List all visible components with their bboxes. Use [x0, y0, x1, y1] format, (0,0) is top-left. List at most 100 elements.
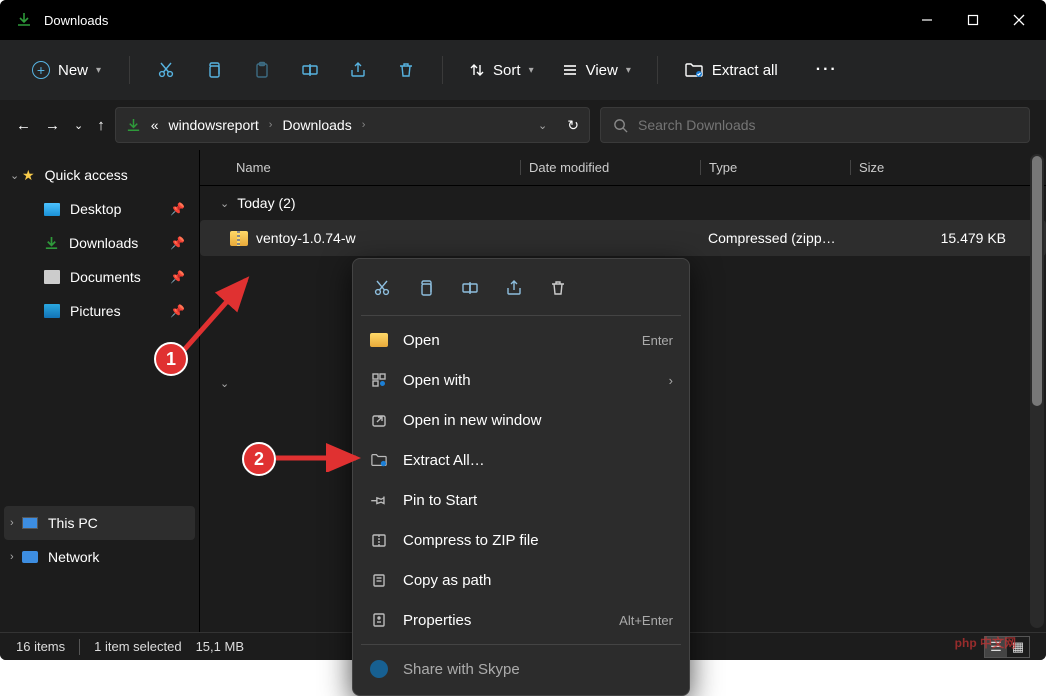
scroll-thumb[interactable]: [1032, 156, 1042, 406]
ctx-shortcut: Enter: [642, 333, 673, 348]
chevron-right-icon: ›: [10, 551, 14, 563]
downloads-icon: [126, 118, 141, 133]
context-menu: Open Enter Open with › Open in new windo…: [352, 258, 690, 696]
sidebar-this-pc[interactable]: › This PC: [4, 506, 195, 540]
chevron-right-icon: ›: [362, 119, 366, 131]
ctx-delete-button[interactable]: [549, 279, 567, 297]
crumb-prefix: «: [151, 117, 159, 133]
ctx-extract-all[interactable]: Extract All…: [353, 440, 689, 480]
ctx-cut-button[interactable]: [373, 279, 391, 297]
sidebar-label: Desktop: [70, 201, 121, 217]
ctx-compress[interactable]: Compress to ZIP file: [353, 520, 689, 560]
skype-icon: [369, 660, 389, 678]
view-label: View: [586, 62, 618, 79]
extract-label: Extract all: [712, 62, 778, 79]
new-window-icon: [369, 412, 389, 428]
ctx-rename-button[interactable]: [461, 279, 479, 297]
annotation-badge-2: 2: [242, 442, 276, 476]
chevron-down-icon: ▾: [626, 65, 631, 76]
recent-button[interactable]: ⌄: [74, 119, 83, 132]
close-button[interactable]: [996, 0, 1042, 40]
toolbar: + New ▾ Sort ▾ View ▾ Extract all ···: [0, 40, 1046, 100]
copy-path-icon: [369, 572, 389, 588]
ctx-properties[interactable]: Properties Alt+Enter: [353, 600, 689, 640]
address-row: ← → ⌄ ↑ « windowsreport › Downloads › ⌄ …: [0, 100, 1046, 150]
sidebar-item-desktop[interactable]: Desktop 📌: [4, 192, 195, 226]
scrollbar[interactable]: [1030, 154, 1044, 628]
crumb-1[interactable]: Downloads: [282, 117, 351, 133]
ctx-shortcut: Alt+Enter: [619, 613, 673, 628]
column-headers: Name Date modified Type Size: [200, 150, 1046, 186]
chevron-down-icon: ⌄: [220, 197, 229, 210]
sort-button[interactable]: Sort ▾: [459, 50, 544, 90]
group-label: Today (2): [237, 195, 295, 211]
zip-icon: [230, 231, 248, 246]
sidebar-label: Pictures: [70, 303, 121, 319]
downloads-app-icon: [16, 12, 32, 28]
search-input[interactable]: [638, 117, 1017, 133]
col-type[interactable]: Type: [700, 160, 850, 175]
properties-icon: [369, 612, 389, 628]
status-selected: 1 item selected: [94, 639, 181, 654]
ctx-label: Open with: [403, 372, 471, 389]
sidebar-network[interactable]: › Network: [4, 540, 195, 574]
ctx-share-skype[interactable]: Share with Skype: [353, 649, 689, 689]
col-name[interactable]: Name: [200, 160, 520, 175]
forward-button[interactable]: →: [45, 117, 60, 134]
open-with-icon: [369, 371, 389, 389]
address-dropdown[interactable]: ⌄: [538, 119, 547, 132]
view-button[interactable]: View ▾: [552, 50, 641, 90]
ctx-pin-start[interactable]: Pin to Start: [353, 480, 689, 520]
group-today[interactable]: ⌄ Today (2): [200, 186, 1046, 220]
ctx-copy-button[interactable]: [417, 279, 435, 297]
chevron-down-icon: ⌄: [10, 169, 19, 182]
search-box[interactable]: [600, 107, 1030, 143]
file-name: ventoy-1.0.74-w: [256, 230, 356, 246]
crumb-0[interactable]: windowsreport: [169, 117, 259, 133]
col-date[interactable]: Date modified: [520, 160, 700, 175]
maximize-button[interactable]: [950, 0, 996, 40]
desktop-icon: [44, 203, 60, 216]
sidebar-quick-access[interactable]: ⌄ ★ Quick access: [4, 158, 195, 192]
minimize-button[interactable]: [904, 0, 950, 40]
file-row[interactable]: ventoy-1.0.74-w Compressed (zipp… 15.479…: [200, 220, 1046, 256]
extract-all-button[interactable]: Extract all: [674, 50, 788, 90]
sidebar-item-downloads[interactable]: Downloads 📌: [4, 226, 195, 260]
sidebar-label: Downloads: [69, 235, 138, 251]
copy-button[interactable]: [194, 50, 234, 90]
col-size[interactable]: Size: [850, 160, 1046, 175]
ctx-copy-path[interactable]: Copy as path: [353, 560, 689, 600]
up-button[interactable]: ↑: [97, 117, 105, 134]
ctx-label: Copy as path: [403, 572, 491, 589]
network-icon: [22, 551, 38, 563]
rename-button[interactable]: [290, 50, 330, 90]
share-button[interactable]: [338, 50, 378, 90]
ctx-share-button[interactable]: [505, 279, 523, 297]
pin-icon: 📌: [170, 202, 185, 216]
plus-icon: +: [32, 61, 50, 79]
pin-icon: [369, 492, 389, 508]
folder-icon: [369, 333, 389, 347]
back-button[interactable]: ←: [16, 117, 31, 134]
titlebar: Downloads: [0, 0, 1046, 40]
status-size: 15,1 MB: [196, 639, 244, 654]
cut-button[interactable]: [146, 50, 186, 90]
chevron-down-icon: ⌄: [220, 377, 229, 390]
ctx-open-new-window[interactable]: Open in new window: [353, 400, 689, 440]
file-size: 15.479 KB: [850, 230, 1046, 246]
ctx-open[interactable]: Open Enter: [353, 320, 689, 360]
ctx-label: Extract All…: [403, 452, 485, 469]
paste-button[interactable]: [242, 50, 282, 90]
ctx-open-with[interactable]: Open with ›: [353, 360, 689, 400]
refresh-button[interactable]: ↻: [567, 117, 579, 134]
chevron-right-icon: ›: [10, 517, 14, 529]
new-button[interactable]: + New ▾: [20, 55, 113, 85]
pc-icon: [22, 517, 38, 529]
ctx-label: Open: [403, 332, 440, 349]
more-button[interactable]: ···: [816, 61, 838, 79]
chevron-down-icon: ▾: [529, 65, 534, 76]
search-icon: [613, 118, 628, 133]
delete-button[interactable]: [386, 50, 426, 90]
sort-label: Sort: [493, 62, 521, 79]
address-bar[interactable]: « windowsreport › Downloads › ⌄ ↻: [115, 107, 590, 143]
